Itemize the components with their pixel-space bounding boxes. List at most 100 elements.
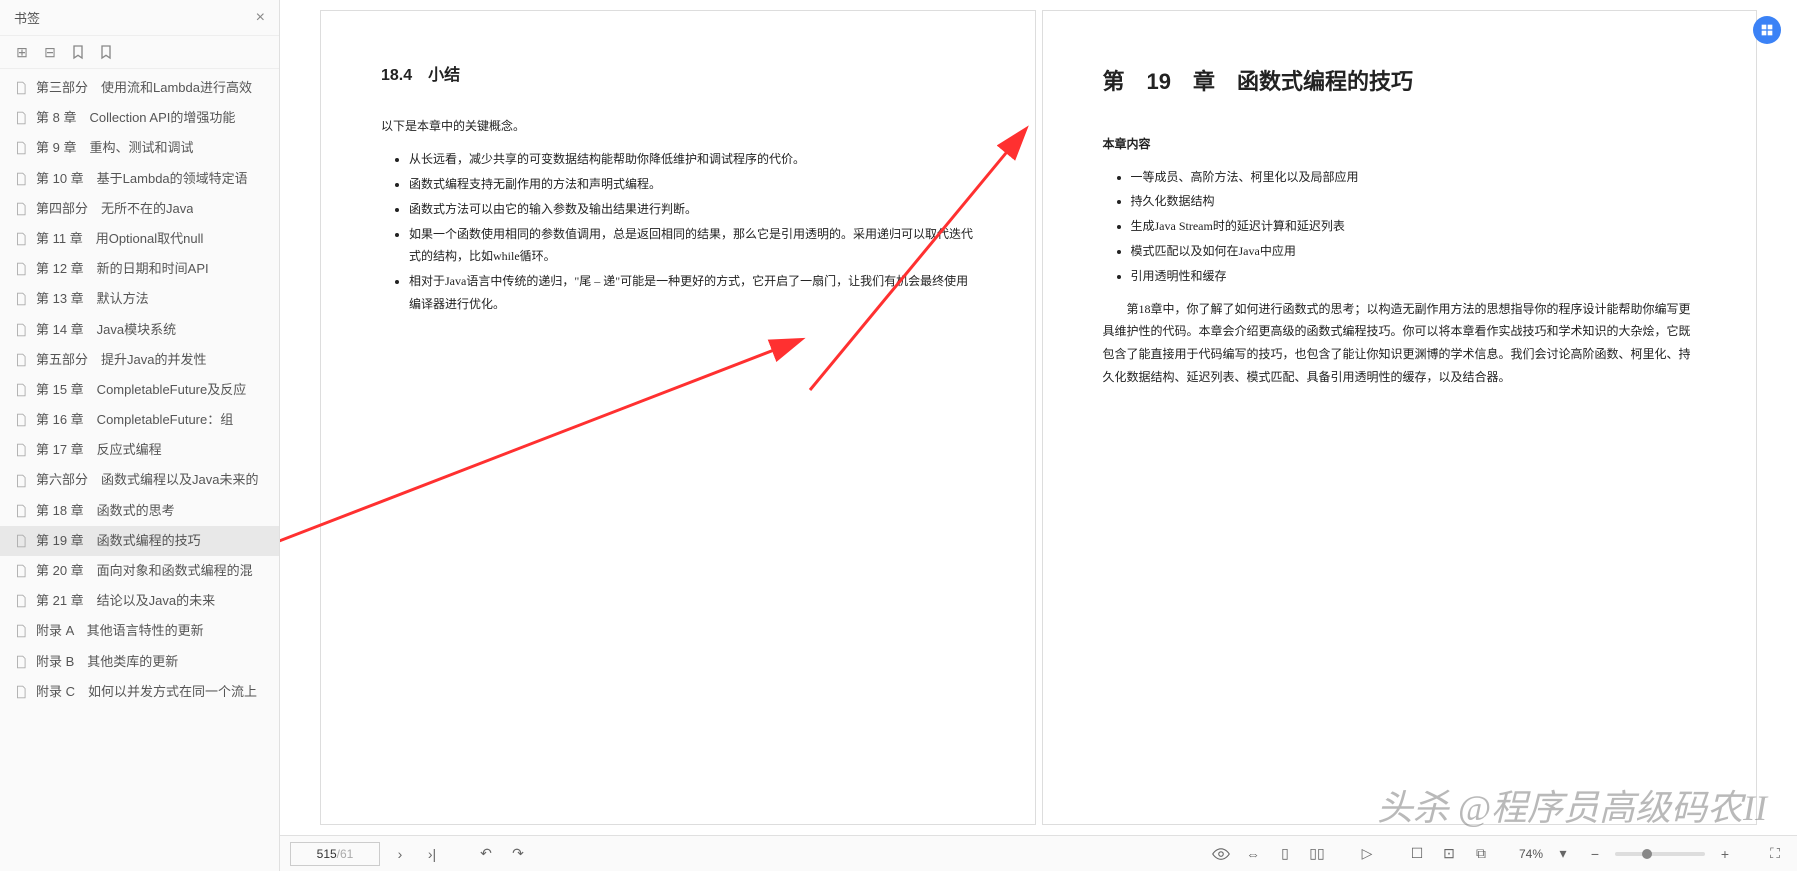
list-item: 如果一个函数使用相同的参数值调用，总是返回相同的结果，那么它是引用透明的。采用递…: [409, 223, 975, 269]
bookmark-page-icon: [14, 141, 28, 155]
list-item: 相对于Java语言中传统的递归，"尾 – 递"可能是一种更好的方式，它开启了一扇…: [409, 270, 975, 316]
bookmark-label: 第 19 章 函数式编程的技巧: [36, 532, 201, 550]
bookmark-label: 第 14 章 Java模块系统: [36, 321, 176, 339]
page-number-input[interactable]: 515/61: [290, 842, 380, 866]
sidebar-item[interactable]: 第 15 章 CompletableFuture及反应: [0, 375, 279, 405]
list-item: 从长远看，减少共享的可变数据结构能帮助你降低维护和调试程序的代价。: [409, 148, 975, 171]
rotate-right-icon[interactable]: ↷: [506, 842, 530, 866]
sidebar-header: 书签 ×: [0, 0, 279, 36]
bookmark-page-icon: [14, 504, 28, 518]
bookmark-page-icon: [14, 564, 28, 578]
bookmark-page-icon: [14, 594, 28, 608]
sidebar-item[interactable]: 第五部分 提升Java的并发性: [0, 345, 279, 375]
sidebar-item[interactable]: 第 11 章 用Optional取代null: [0, 224, 279, 254]
list-item: 模式匹配以及如何在Java中应用: [1131, 240, 1697, 263]
zoom-out-button[interactable]: −: [1583, 842, 1607, 866]
sidebar-item[interactable]: 附录 B 其他类库的更新: [0, 647, 279, 677]
sidebar-item[interactable]: 第 18 章 函数式的思考: [0, 496, 279, 526]
sidebar-item[interactable]: 附录 A 其他语言特性的更新: [0, 616, 279, 646]
expand-icon[interactable]: ⊞: [14, 44, 30, 60]
sidebar-item[interactable]: 第六部分 函数式编程以及Java未来的: [0, 465, 279, 495]
view-mode-2-icon[interactable]: ⊡: [1437, 842, 1461, 866]
bookmark-page-icon: [14, 685, 28, 699]
close-icon[interactable]: ×: [256, 9, 265, 27]
zoom-slider[interactable]: [1615, 852, 1705, 856]
chapter-contents-list: 一等成员、高阶方法、柯里化以及局部应用持久化数据结构生成Java Stream时…: [1103, 166, 1697, 288]
page-right: 第 19 章 函数式编程的技巧 本章内容 一等成员、高阶方法、柯里化以及局部应用…: [1042, 10, 1758, 825]
bookmark-page-icon: [14, 413, 28, 427]
fit-width-icon[interactable]: ⇔: [1241, 842, 1265, 866]
dropdown-icon[interactable]: ▾: [1551, 842, 1575, 866]
bookmark-page-icon: [14, 534, 28, 548]
bookmark-icon[interactable]: [98, 44, 114, 60]
intro-text: 以下是本章中的关键概念。: [381, 115, 975, 138]
bookmark-label: 第 18 章 函数式的思考: [36, 502, 175, 520]
sidebar-item[interactable]: 第 12 章 新的日期和时间API: [0, 254, 279, 284]
bookmark-label: 第 16 章 CompletableFuture：组: [36, 411, 233, 429]
bookmark-page-icon: [14, 232, 28, 246]
next-page-button[interactable]: ›: [388, 842, 412, 866]
sidebar-item[interactable]: 第 10 章 基于Lambda的领域特定语: [0, 164, 279, 194]
bookmark-label: 第 9 章 重构、测试和调试: [36, 139, 193, 157]
two-page-icon[interactable]: ▯▯: [1305, 842, 1329, 866]
sidebar-item[interactable]: 第 19 章 函数式编程的技巧: [0, 526, 279, 556]
sidebar-item[interactable]: 第 9 章 重构、测试和调试: [0, 133, 279, 163]
bookmark-page-icon: [14, 262, 28, 276]
sidebar-item[interactable]: 第四部分 无所不在的Java: [0, 194, 279, 224]
bookmark-label: 第四部分 无所不在的Java: [36, 200, 193, 218]
list-item: 引用透明性和缓存: [1131, 265, 1697, 288]
bookmark-page-icon: [14, 383, 28, 397]
sidebar-item[interactable]: 附录 C 如何以并发方式在同一个流上: [0, 677, 279, 707]
chapter-intro-paragraph: 第18章中，你了解了如何进行函数式的思考；以构造无副作用方法的思想指导你的程序设…: [1103, 298, 1697, 389]
sidebar-item[interactable]: 第 17 章 反应式编程: [0, 435, 279, 465]
chapter-subheading: 本章内容: [1103, 133, 1697, 156]
eye-icon[interactable]: [1209, 842, 1233, 866]
sidebar-item[interactable]: 第 14 章 Java模块系统: [0, 315, 279, 345]
bookmark-page-icon: [14, 111, 28, 125]
sidebar-item[interactable]: 第 13 章 默认方法: [0, 284, 279, 314]
single-page-icon[interactable]: ▯: [1273, 842, 1297, 866]
bookmark-label: 第 20 章 面向对象和函数式编程的混: [36, 562, 253, 580]
chapter-heading: 第 19 章 函数式编程的技巧: [1103, 61, 1697, 103]
bookmark-label: 第 10 章 基于Lambda的领域特定语: [36, 170, 248, 188]
list-item: 生成Java Stream时的延迟计算和延迟列表: [1131, 215, 1697, 238]
zoom-in-button[interactable]: +: [1713, 842, 1737, 866]
last-page-button[interactable]: ›|: [420, 842, 444, 866]
bookmark-label: 第三部分 使用流和Lambda进行高效: [36, 79, 252, 97]
bookmark-page-icon: [14, 323, 28, 337]
bookmark-label: 第六部分 函数式编程以及Java未来的: [36, 471, 258, 489]
bookmark-label: 第 21 章 结论以及Java的未来: [36, 592, 215, 610]
zoom-level: 74%: [1519, 847, 1543, 861]
floating-action-button[interactable]: [1753, 16, 1781, 44]
rotate-left-icon[interactable]: ↶: [474, 842, 498, 866]
bookmark-page-icon: [14, 353, 28, 367]
bookmark-label: 第五部分 提升Java的并发性: [36, 351, 206, 369]
play-icon[interactable]: ▷: [1355, 842, 1379, 866]
bookmark-page-icon: [14, 443, 28, 457]
bookmark-page-icon: [14, 474, 28, 488]
sidebar-item[interactable]: 第三部分 使用流和Lambda进行高效: [0, 73, 279, 103]
pages-container: 18.4 小结 以下是本章中的关键概念。 从长远看，减少共享的可变数据结构能帮助…: [280, 0, 1797, 835]
view-mode-3-icon[interactable]: ⧉: [1469, 842, 1493, 866]
bookmark-page-icon: [14, 202, 28, 216]
bookmark-label: 第 13 章 默认方法: [36, 290, 149, 308]
bookmark-label: 第 17 章 反应式编程: [36, 441, 162, 459]
bookmark-outline-icon[interactable]: [70, 44, 86, 60]
bookmark-label: 第 15 章 CompletableFuture及反应: [36, 381, 246, 399]
sidebar-item[interactable]: 第 8 章 Collection API的增强功能: [0, 103, 279, 133]
sidebar-item[interactable]: 第 20 章 面向对象和函数式编程的混: [0, 556, 279, 586]
bookmark-page-icon: [14, 624, 28, 638]
collapse-icon[interactable]: ⊟: [42, 44, 58, 60]
bookmark-label: 第 8 章 Collection API的增强功能: [36, 109, 235, 127]
list-item: 函数式方法可以由它的输入参数及输出结果进行判断。: [409, 198, 975, 221]
bookmark-label: 第 11 章 用Optional取代null: [36, 230, 203, 248]
list-item: 持久化数据结构: [1131, 190, 1697, 213]
fullscreen-icon[interactable]: ⛶: [1763, 842, 1787, 866]
slider-thumb[interactable]: [1642, 849, 1652, 859]
bookmark-label: 第 12 章 新的日期和时间API: [36, 260, 209, 278]
sidebar-item[interactable]: 第 16 章 CompletableFuture：组: [0, 405, 279, 435]
page-left: 18.4 小结 以下是本章中的关键概念。 从长远看，减少共享的可变数据结构能帮助…: [320, 10, 1036, 825]
view-mode-1-icon[interactable]: ☐: [1405, 842, 1429, 866]
bookmark-label: 附录 B 其他类库的更新: [36, 653, 178, 671]
sidebar-item[interactable]: 第 21 章 结论以及Java的未来: [0, 586, 279, 616]
